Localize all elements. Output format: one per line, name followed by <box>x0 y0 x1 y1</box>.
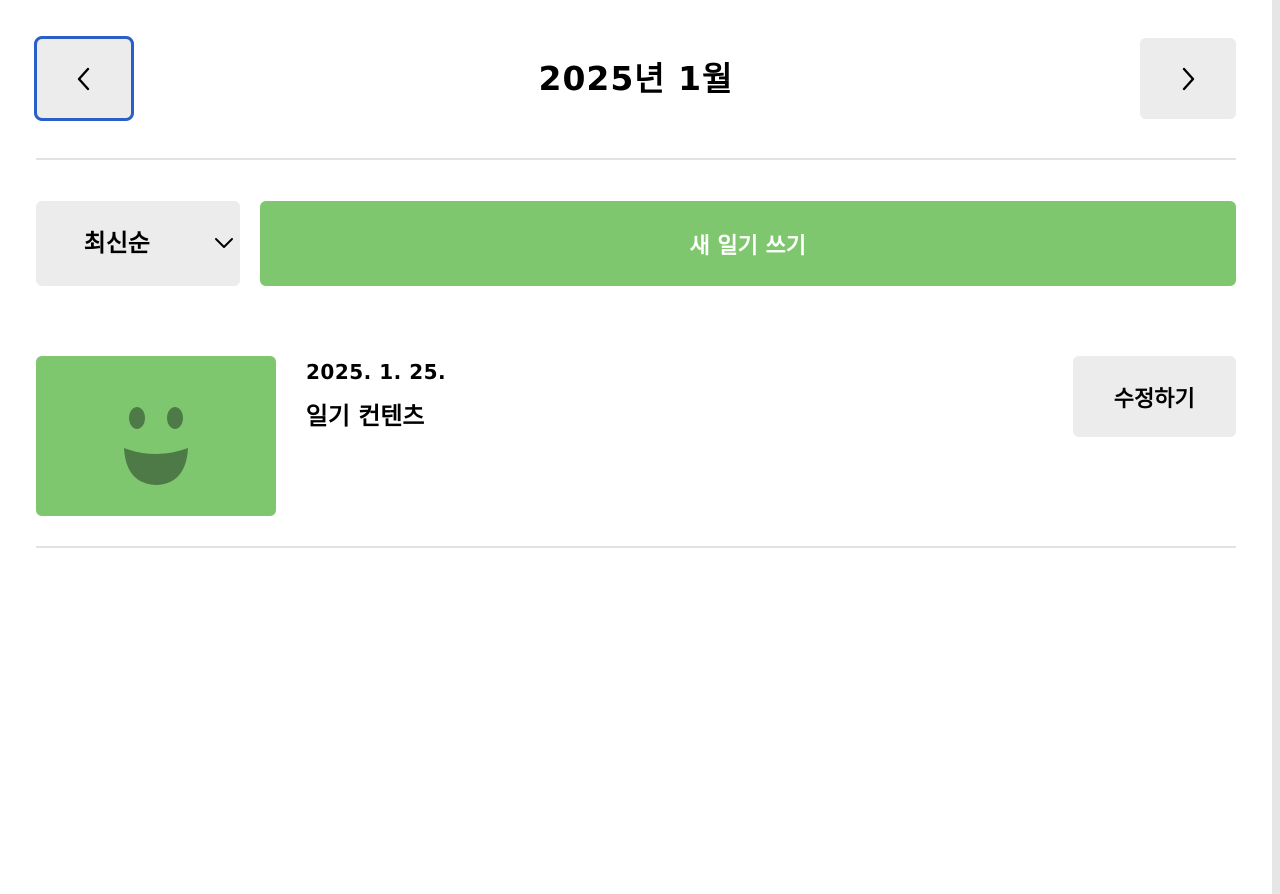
header-divider <box>36 158 1236 160</box>
list-item: 2025. 1. 25. 일기 컨텐츠 수정하기 <box>36 356 1236 516</box>
edit-button[interactable]: 수정하기 <box>1073 356 1236 437</box>
page-title: 2025년 1월 <box>538 59 734 98</box>
chevron-right-icon <box>1182 67 1195 90</box>
diary-info[interactable]: 2025. 1. 25. 일기 컨텐츠 <box>306 356 1006 516</box>
scrollbar-track[interactable] <box>1272 0 1280 894</box>
sort-selected-value: 최신순 <box>84 229 151 257</box>
sort-select[interactable]: 최신순 <box>36 201 240 286</box>
diary-app: 2025년 1월 최신순 새 일기 쓰기 2025. 1. 25. 일기 컨텐츠… <box>34 0 1236 894</box>
chevron-down-icon <box>215 238 233 248</box>
list-divider <box>36 546 1236 548</box>
diary-date: 2025. 1. 25. <box>306 360 447 384</box>
new-diary-button[interactable]: 새 일기 쓰기 <box>260 201 1236 286</box>
emotion-image[interactable] <box>36 356 276 516</box>
smile-emotion-icon <box>124 407 188 485</box>
chevron-left-icon <box>77 67 90 90</box>
next-month-button[interactable] <box>1140 38 1236 119</box>
diary-content: 일기 컨텐츠 <box>306 402 425 430</box>
header: 2025년 1월 <box>34 36 1236 121</box>
prev-month-button[interactable] <box>34 36 134 121</box>
scrollbar-thumb[interactable] <box>1272 0 1280 894</box>
